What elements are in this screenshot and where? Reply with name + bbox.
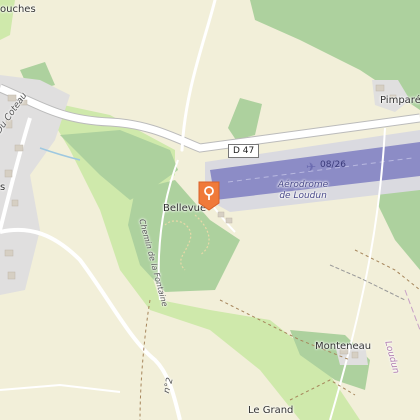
aerodrome-name-line2: de Loudun [279, 191, 327, 201]
forest-area [228, 98, 262, 140]
place-label-pimpare: Pimparé [380, 95, 420, 106]
map-view[interactable]: D 47 ouches Pimparé Bellevue Monteneau L… [0, 0, 420, 420]
aerodrome-name-line1: Aérodrome [278, 180, 329, 190]
place-label-le-grand: Le Grand [248, 405, 294, 416]
place-label-ouches: ouches [0, 4, 36, 15]
runway-label: 08/26 [320, 160, 346, 170]
place-label-edge: s [0, 182, 6, 193]
map-marker-graphic [198, 181, 220, 211]
airplane-icon: ✈ [306, 160, 317, 174]
road-shield-d47: D 47 [228, 144, 260, 158]
aerodrome-label: Aérodrome de Loudun [278, 180, 328, 202]
map-pin-icon[interactable] [198, 181, 220, 211]
road-north [180, 0, 217, 152]
place-label-monteneau: Monteneau [315, 341, 372, 352]
